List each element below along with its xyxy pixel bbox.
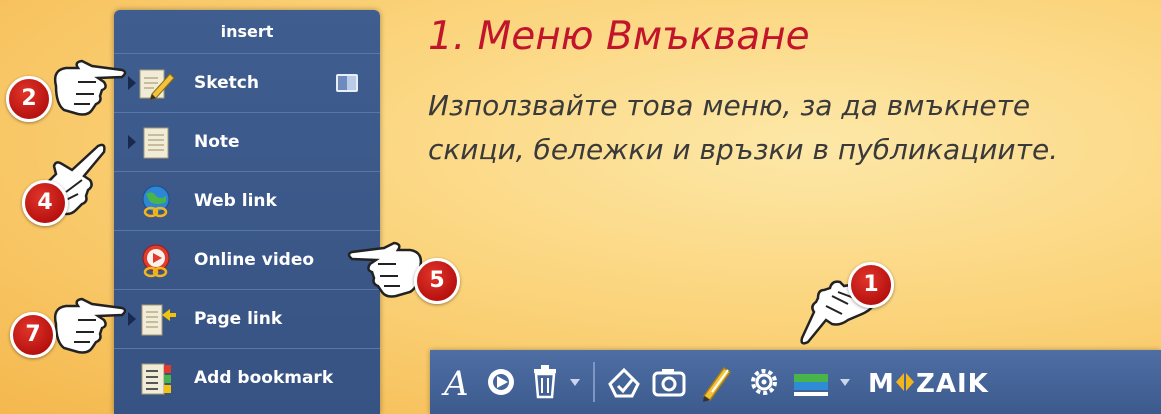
pencil-icon[interactable]: [696, 360, 736, 404]
toolbar: A M ZAIK: [430, 350, 1161, 414]
callout-badge-1: 1: [848, 262, 894, 308]
toolbar-separator: [593, 362, 595, 402]
menu-item-label: Web link: [194, 191, 277, 211]
pointing-hand-icon: [53, 59, 127, 116]
menu-item-label: Note: [194, 132, 240, 152]
trash-icon[interactable]: [528, 360, 562, 404]
menu-item-online-video[interactable]: Online video: [114, 231, 380, 290]
callout-badge-7: 7: [10, 312, 56, 358]
page-link-icon: [141, 304, 176, 336]
sketch-toggle[interactable]: [336, 74, 358, 92]
callout-badge-4: 4: [22, 180, 68, 226]
description-line: скици, бележки и връзки в публикациите.: [428, 133, 1059, 166]
submenu-indicator: [128, 135, 136, 149]
menu-item-web-link[interactable]: Web link: [114, 172, 380, 231]
submenu-indicator: [128, 312, 136, 326]
insert-tool-icon[interactable]: [604, 360, 644, 404]
web-link-icon: [142, 185, 170, 218]
mozaik-logo: M ZAIK: [868, 369, 989, 399]
svg-text:A: A: [441, 364, 469, 404]
menu-header: insert: [114, 10, 380, 54]
pointer-tool-icon[interactable]: [482, 360, 520, 404]
dropdown-arrow-icon[interactable]: [836, 360, 854, 404]
note-icon: [143, 127, 169, 159]
callout-badge-2: 2: [6, 76, 52, 122]
text-tool-icon[interactable]: A: [440, 360, 476, 404]
menu-item-sketch[interactable]: Sketch: [114, 54, 380, 113]
menu-item-note[interactable]: Note: [114, 113, 380, 172]
insert-menu: insert Sketch Note Web link Online video…: [114, 10, 380, 414]
camera-icon[interactable]: [650, 360, 688, 404]
menu-item-label: Online video: [194, 250, 315, 270]
menu-item-label: Add bookmark: [194, 368, 334, 388]
menu-item-label: Sketch: [194, 73, 259, 93]
add-bookmark-icon: [141, 363, 171, 395]
menu-item-label: Page link: [194, 309, 283, 329]
pointing-hand-icon: [53, 297, 127, 354]
sketch-icon: [139, 69, 175, 101]
svg-text:M: M: [868, 369, 895, 399]
ruler-icon[interactable]: [790, 360, 832, 404]
online-video-icon: [142, 244, 170, 278]
submenu-indicator: [128, 76, 136, 90]
settings-icon[interactable]: [744, 360, 784, 404]
menu-item-add-bookmark[interactable]: Add bookmark: [114, 349, 380, 408]
page-title: 1. Меню Вмъкване: [428, 14, 810, 59]
menu-item-page-link[interactable]: Page link: [114, 290, 380, 349]
dropdown-arrow-icon[interactable]: [566, 360, 584, 404]
description-line: Използвайте това меню, за да вмъкнете: [428, 89, 1031, 122]
callout-badge-5: 5: [414, 258, 460, 304]
svg-text:ZAIK: ZAIK: [916, 369, 989, 399]
page-description: Използвайте това меню, за да вмъкнете ск…: [428, 84, 1058, 172]
